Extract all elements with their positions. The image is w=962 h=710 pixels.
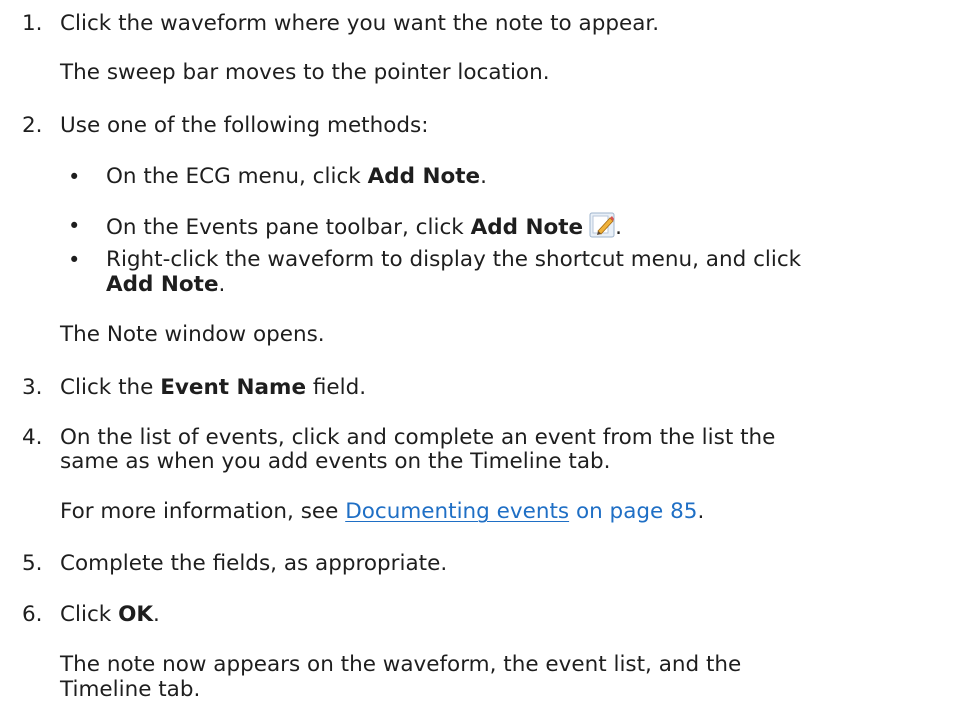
step-2-text: Use one of the following methods: — [60, 113, 429, 138]
step-5-text: Complete the fields, as appropriate. — [60, 551, 448, 576]
add-note-pencil-icon[interactable] — [589, 212, 615, 238]
step-2-bullet-3-line-2: Add Note. — [106, 272, 226, 297]
step-6-result-line-2: Timeline tab. — [60, 677, 201, 702]
step-4-line-2: same as when you add events on the Timel… — [60, 449, 611, 474]
step-2-number: 2. — [22, 113, 43, 138]
step-2-result: The Note window opens. — [60, 322, 325, 347]
bullet-marker: • — [68, 214, 81, 238]
step-3-text: Click the Event Name field. — [60, 375, 367, 400]
step-6-text: Click OK. — [60, 602, 160, 627]
step-6-number: 6. — [22, 602, 43, 627]
step-1-number: 1. — [22, 11, 43, 36]
documenting-events-link[interactable]: Documenting events — [345, 499, 569, 524]
bullet-marker: • — [68, 165, 81, 189]
step-2-bullet-1: On the ECG menu, click Add Note. — [106, 164, 487, 189]
step-3-number: 3. — [22, 375, 43, 400]
step-2-bullet-2: On the Events pane toolbar, click Add No… — [106, 212, 622, 242]
step-1-text: Click the waveform where you want the no… — [60, 11, 660, 36]
page-reference-link[interactable]: on page 85 — [569, 499, 698, 524]
step-2-bullet-3-line-1: Right-click the waveform to display the … — [106, 247, 802, 272]
bullet-marker: • — [68, 248, 81, 272]
step-1-result: The sweep bar moves to the pointer locat… — [60, 60, 550, 85]
step-5-number: 5. — [22, 551, 43, 576]
step-4-result: For more information, see Documenting ev… — [60, 499, 705, 524]
step-6-result-line-1: The note now appears on the waveform, th… — [60, 652, 742, 677]
step-4-number: 4. — [22, 425, 43, 450]
